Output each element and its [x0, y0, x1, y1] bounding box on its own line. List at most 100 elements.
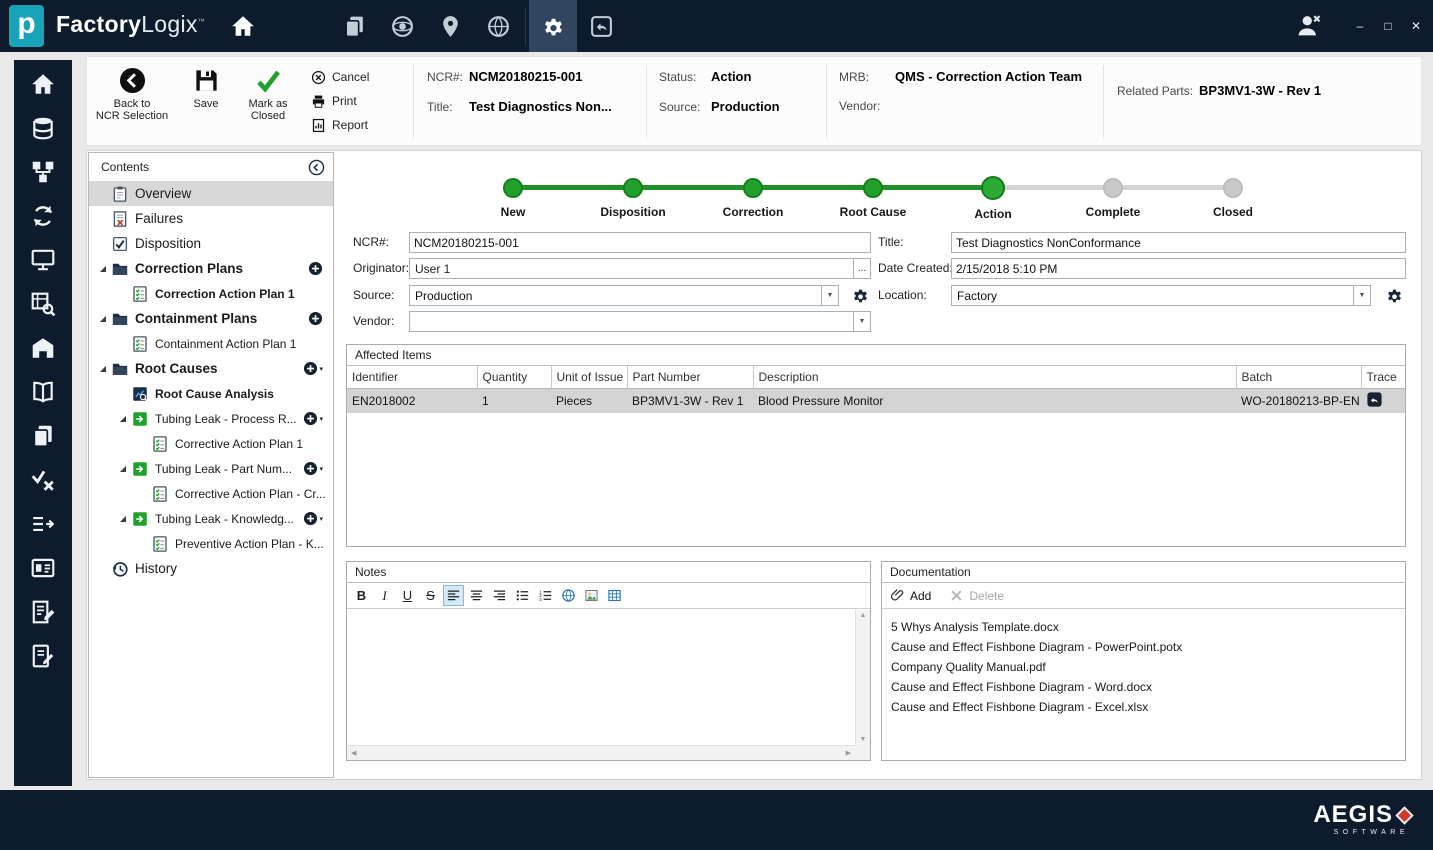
minimize-button[interactable]: –	[1353, 19, 1367, 33]
sidebar-quality-icon[interactable]	[14, 458, 72, 502]
originator-browse-button[interactable]: ...	[853, 259, 870, 278]
home-icon[interactable]	[230, 13, 256, 39]
list-item[interactable]: 5 Whys Analysis Template.docx	[882, 617, 1405, 637]
sidebar-assembly-icon[interactable]	[14, 150, 72, 194]
list-item[interactable]: Cause and Effect Fishbone Diagram - Word…	[882, 677, 1405, 697]
tree-item-root-cause-analysis[interactable]: Root Cause Analysis	[89, 381, 333, 406]
tree-item-correction-action-plan-1[interactable]: Correction Action Plan 1	[89, 281, 333, 306]
align-center-button[interactable]	[466, 585, 487, 606]
add-correction-plans-button[interactable]	[308, 261, 323, 276]
delete-document-button[interactable]: Delete	[949, 588, 1004, 603]
sidebar-note-edit-icon[interactable]	[14, 634, 72, 678]
tree-item-preventive-action-plan-k[interactable]: Preventive Action Plan - K...	[89, 531, 333, 556]
source-settings-gear-icon[interactable]	[851, 286, 870, 305]
mark-as-closed-button[interactable]: Mark as Closed	[237, 67, 299, 122]
italic-button[interactable]: I	[374, 585, 395, 606]
column-header-description[interactable]: Description	[753, 366, 1237, 389]
maximize-button[interactable]: □	[1381, 19, 1395, 33]
chevron-down-icon[interactable]	[821, 286, 838, 305]
chevron-down-icon[interactable]	[1353, 286, 1370, 305]
collapse-panel-icon[interactable]	[308, 159, 325, 176]
sidebar-report-edit-icon[interactable]	[14, 590, 72, 634]
notes-editor[interactable]	[347, 610, 855, 745]
notes-horizontal-scrollbar[interactable]: ◀ ▶	[347, 745, 855, 760]
location-dropdown[interactable]: Factory	[951, 285, 1371, 306]
globe-icon[interactable]	[474, 0, 522, 52]
sidebar-library-icon[interactable]	[14, 370, 72, 414]
copy-pages-icon[interactable]	[330, 0, 378, 52]
tree-item-root-causes[interactable]: ◢ Root Causes ▾	[89, 356, 333, 381]
vendor-dropdown[interactable]	[409, 311, 871, 332]
sidebar-transfer-icon[interactable]	[14, 502, 72, 546]
back-to-ncr-selection-button[interactable]: Back to NCR Selection	[93, 67, 171, 122]
tree-item-corrective-action-plan-cr[interactable]: Corrective Action Plan - Cr...	[89, 481, 333, 506]
tree-expander-icon[interactable]: ◢	[95, 314, 111, 323]
column-header-trace[interactable]: Trace	[1361, 366, 1405, 389]
add-tubing-leak-process-r-button[interactable]: ▾	[303, 411, 323, 426]
list-item[interactable]: Company Quality Manual.pdf	[882, 657, 1405, 677]
tree-expander-icon[interactable]: ◢	[115, 514, 131, 523]
tree-item-history[interactable]: History	[89, 556, 333, 581]
trace-icon[interactable]	[1366, 391, 1383, 408]
location-settings-gear-icon[interactable]	[1385, 286, 1404, 305]
list-ordered-button[interactable]: 123	[535, 585, 556, 606]
column-header-part-number[interactable]: Part Number	[627, 366, 754, 389]
sidebar-home-icon[interactable]	[14, 62, 72, 106]
report-button[interactable]: Report	[311, 113, 405, 137]
add-tubing-leak-part-num-button[interactable]: ▾	[303, 461, 323, 476]
source-dropdown[interactable]: Production	[409, 285, 839, 306]
close-button[interactable]: ✕	[1409, 19, 1423, 33]
gear-icon[interactable]	[529, 0, 577, 52]
sidebar-materials-icon[interactable]	[14, 106, 72, 150]
bold-button[interactable]: B	[351, 585, 372, 606]
list-item[interactable]: Cause and Effect Fishbone Diagram - Powe…	[882, 637, 1405, 657]
column-header-quantity[interactable]: Quantity	[477, 366, 552, 389]
location-pin-icon[interactable]	[426, 0, 474, 52]
sidebar-documents-icon[interactable]	[14, 414, 72, 458]
align-right-button[interactable]	[489, 585, 510, 606]
affected-items-header[interactable]: Identifier Quantity Unit of Issue Part Numb…	[347, 366, 1405, 389]
sidebar-monitor-icon[interactable]	[14, 238, 72, 282]
tree-item-containment-action-plan-1[interactable]: Containment Action Plan 1	[89, 331, 333, 356]
date-created-input[interactable]	[951, 258, 1406, 279]
user-logout-icon[interactable]	[1295, 12, 1323, 40]
image-button[interactable]	[581, 585, 602, 606]
column-header-batch[interactable]: Batch	[1236, 366, 1362, 389]
tree-item-disposition[interactable]: Disposition	[89, 231, 333, 256]
column-header-identifier[interactable]: Identifier	[347, 366, 478, 389]
strikethrough-button[interactable]: S	[420, 585, 441, 606]
print-button[interactable]: Print	[311, 89, 405, 113]
tree-item-correction-plans[interactable]: ◢ Correction Plans	[89, 256, 333, 281]
sidebar-sync-icon[interactable]	[14, 194, 72, 238]
list-bullet-button[interactable]	[512, 585, 533, 606]
tree-item-containment-plans[interactable]: ◢ Containment Plans	[89, 306, 333, 331]
list-item[interactable]: Cause and Effect Fishbone Diagram - Exce…	[882, 697, 1405, 717]
add-containment-plans-button[interactable]	[308, 311, 323, 326]
tree-item-failures[interactable]: Failures	[89, 206, 333, 231]
sidebar-badge-icon[interactable]	[14, 546, 72, 590]
tree-item-tubing-leak-process-r[interactable]: ◢ Tubing Leak - Process R... ▾	[89, 406, 333, 431]
history-undo-icon[interactable]	[577, 0, 625, 52]
network-sphere-icon[interactable]	[378, 0, 426, 52]
tree-expander-icon[interactable]: ◢	[115, 414, 131, 423]
tree-item-overview[interactable]: Overview	[89, 181, 333, 206]
tree-item-tubing-leak-part-num[interactable]: ◢ Tubing Leak - Part Num... ▾	[89, 456, 333, 481]
align-left-button[interactable]	[443, 585, 464, 606]
sidebar-inspection-icon[interactable]	[14, 282, 72, 326]
link-button[interactable]	[558, 585, 579, 606]
tree-item-tubing-leak-knowledg[interactable]: ◢ Tubing Leak - Knowledg... ▾	[89, 506, 333, 531]
table-row[interactable]: EN2018002 1 Pieces BP3MV1-3W - Rev 1 Blood P…	[347, 388, 1405, 413]
originator-field[interactable]: User 1 ...	[409, 258, 871, 279]
underline-button[interactable]: U	[397, 585, 418, 606]
tree-expander-icon[interactable]: ◢	[95, 364, 111, 373]
tree-item-corrective-action-plan-1[interactable]: Corrective Action Plan 1	[89, 431, 333, 456]
add-tubing-leak-knowledg-button[interactable]: ▾	[303, 511, 323, 526]
notes-vertical-scrollbar[interactable]: ▲ ▼	[855, 610, 870, 745]
cancel-button[interactable]: Cancel	[311, 65, 405, 89]
chevron-down-icon[interactable]	[853, 312, 870, 331]
save-button[interactable]: Save	[182, 67, 230, 110]
add-document-button[interactable]: Add	[890, 588, 931, 603]
add-root-causes-button[interactable]: ▾	[303, 361, 323, 376]
column-header-unit-of-issue[interactable]: Unit of Issue	[551, 366, 628, 389]
tree-expander-icon[interactable]: ◢	[95, 264, 111, 273]
